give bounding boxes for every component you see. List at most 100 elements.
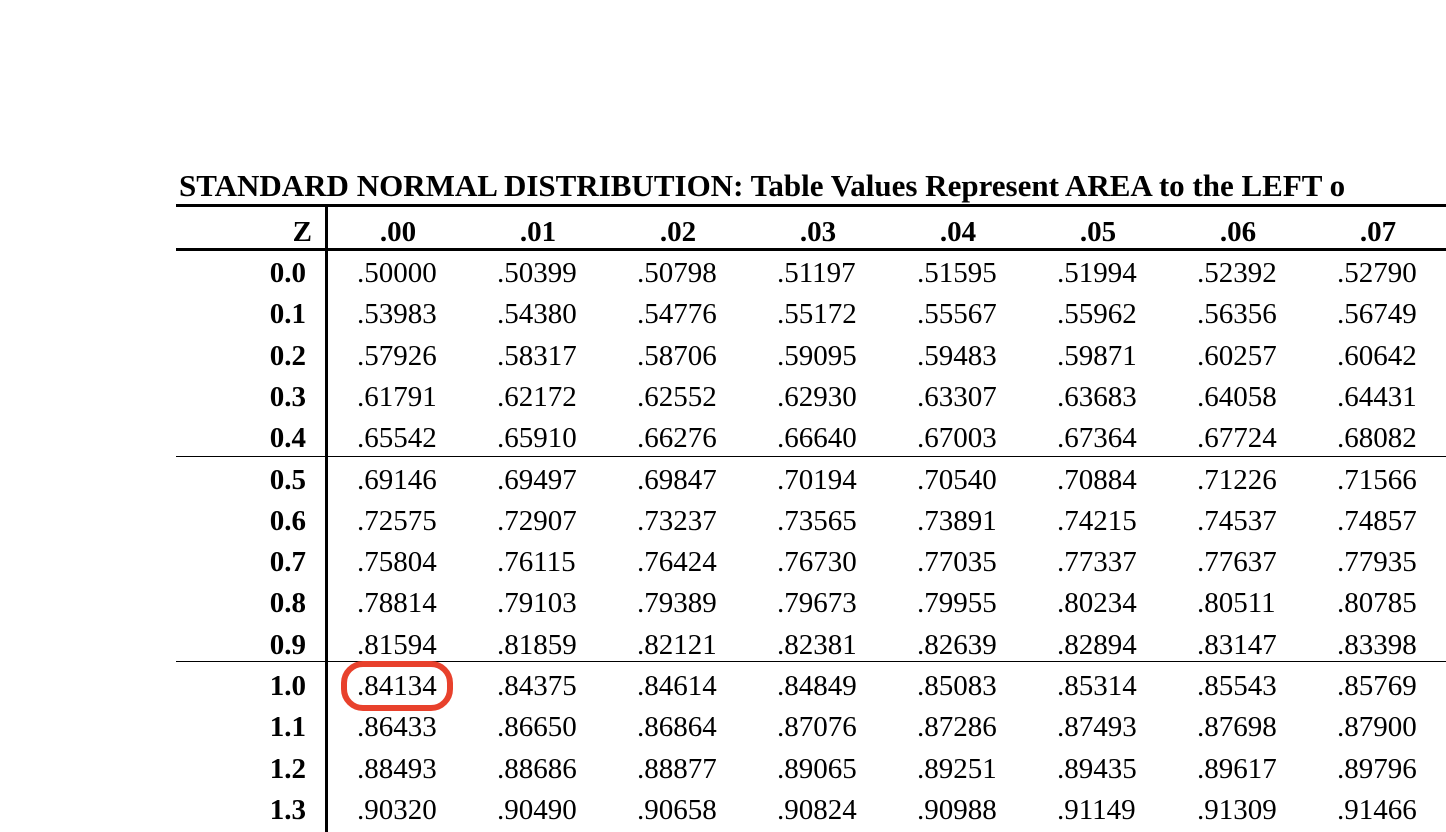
- table-cell: .73237: [637, 504, 717, 537]
- z-value: 0.1: [269, 298, 306, 331]
- table-cell: .91466: [1337, 793, 1417, 826]
- table-cell: .52392: [1197, 257, 1277, 289]
- table-cell: .55172: [777, 298, 857, 331]
- table-cell: .65542: [357, 422, 437, 455]
- z-value: 0.6: [269, 504, 306, 537]
- column-header: .01: [519, 216, 557, 248]
- table-cell: .90320: [357, 793, 437, 826]
- table-cell: .67364: [1057, 422, 1137, 455]
- table-cell: .89251: [917, 752, 997, 785]
- table-cell: .63683: [1057, 380, 1137, 413]
- column-header: .05: [1079, 216, 1117, 248]
- z-value: 0.4: [269, 422, 306, 455]
- z-header: Z: [292, 216, 312, 248]
- table-cell: .84849: [777, 670, 857, 702]
- table-cell: .66640: [777, 422, 857, 455]
- table-cell: .87286: [917, 711, 997, 744]
- table-cell: .66276: [637, 422, 717, 455]
- z-value: 1.0: [269, 670, 306, 702]
- table-cell: .73891: [917, 504, 997, 537]
- table-cell: .86433: [357, 711, 437, 744]
- table-cell: .79673: [777, 587, 857, 620]
- table-cell: .81859: [497, 628, 577, 661]
- z-column-divider: [325, 205, 328, 832]
- z-value: 1.2: [269, 752, 306, 785]
- table-cell: .87493: [1057, 711, 1137, 744]
- table-cell: .50399: [497, 257, 577, 289]
- table-cell: .83398: [1337, 628, 1417, 661]
- table-cell: .80234: [1057, 587, 1137, 620]
- table-cell: .77337: [1057, 546, 1137, 579]
- table-cell: .69847: [637, 463, 717, 496]
- table-cell: .55567: [917, 298, 997, 331]
- table-cell: .89435: [1057, 752, 1137, 785]
- column-header: .07: [1359, 216, 1397, 248]
- table-cell: .82639: [917, 628, 997, 661]
- table-cell: .62172: [497, 380, 577, 413]
- table-cell: .79103: [497, 587, 577, 620]
- table-cell: .77935: [1337, 546, 1417, 579]
- table-cell: .70194: [777, 463, 857, 496]
- table-cell: .80511: [1197, 587, 1276, 620]
- table-cell: .71566: [1337, 463, 1417, 496]
- title-rule: [176, 204, 1446, 207]
- table-cell: .67724: [1197, 422, 1277, 455]
- table-cell: .60257: [1197, 339, 1277, 372]
- table-cell: .81594: [357, 628, 437, 661]
- table-cell: .87076: [777, 711, 857, 744]
- table-cell: .91309: [1197, 793, 1277, 826]
- table-cell: .59483: [917, 339, 997, 372]
- table-cell: .78814: [357, 587, 437, 620]
- table-title: STANDARD NORMAL DISTRIBUTION: Table Valu…: [179, 168, 1346, 203]
- table-cell: .63307: [917, 380, 997, 413]
- table-cell: .54380: [497, 298, 577, 331]
- table-cell: .79389: [637, 587, 717, 620]
- table-cell: .61791: [357, 380, 437, 413]
- table-cell: .52790: [1337, 257, 1417, 289]
- table-cell: .75804: [357, 546, 437, 579]
- table-cell: .82121: [637, 628, 717, 661]
- table-cell: .51994: [1057, 257, 1137, 289]
- table-cell: .87698: [1197, 711, 1277, 744]
- column-header: .04: [939, 216, 977, 248]
- table-cell: .70540: [917, 463, 997, 496]
- table-cell: .90988: [917, 793, 997, 826]
- z-value: 1.1: [269, 711, 306, 744]
- table-cell: .69497: [497, 463, 577, 496]
- table-cell: .80785: [1337, 587, 1417, 620]
- z-value: 1.3: [269, 793, 306, 826]
- table-cell: .50000: [357, 257, 437, 289]
- table-cell: .59871: [1057, 339, 1137, 372]
- table-cell: .85769: [1337, 670, 1417, 702]
- table-cell: .77637: [1197, 546, 1277, 579]
- table-cell: .73565: [777, 504, 857, 537]
- z-value: 0.0: [269, 257, 306, 289]
- table-cell: .56749: [1337, 298, 1417, 331]
- table-cell: .56356: [1197, 298, 1277, 331]
- table-cell: .72907: [497, 504, 577, 537]
- table-cell: .76115: [497, 546, 576, 579]
- table-cell: .88686: [497, 752, 577, 785]
- table-cell: .60642: [1337, 339, 1417, 372]
- table-cell: .71226: [1197, 463, 1277, 496]
- table-cell: .70884: [1057, 463, 1137, 496]
- table-cell: .58706: [637, 339, 717, 372]
- table-cell: .76424: [637, 546, 717, 579]
- column-header: .02: [659, 216, 697, 248]
- table-cell: .88493: [357, 752, 437, 785]
- z-value: 0.7: [269, 546, 306, 579]
- table-cell: .62930: [777, 380, 857, 413]
- table-cell: .84614: [637, 670, 717, 702]
- table-cell: .90824: [777, 793, 857, 826]
- table-cell: .86650: [497, 711, 577, 744]
- table-cell: .68082: [1337, 422, 1417, 455]
- column-header: .00: [379, 216, 417, 248]
- table-cell: .74537: [1197, 504, 1277, 537]
- table-cell: .62552: [637, 380, 717, 413]
- table-cell: .69146: [357, 463, 437, 496]
- table-cell: .89617: [1197, 752, 1277, 785]
- table-cell: .90490: [497, 793, 577, 826]
- table-cell: .64431: [1337, 380, 1417, 413]
- table-cell: .51197: [777, 257, 856, 289]
- table-cell: .64058: [1197, 380, 1277, 413]
